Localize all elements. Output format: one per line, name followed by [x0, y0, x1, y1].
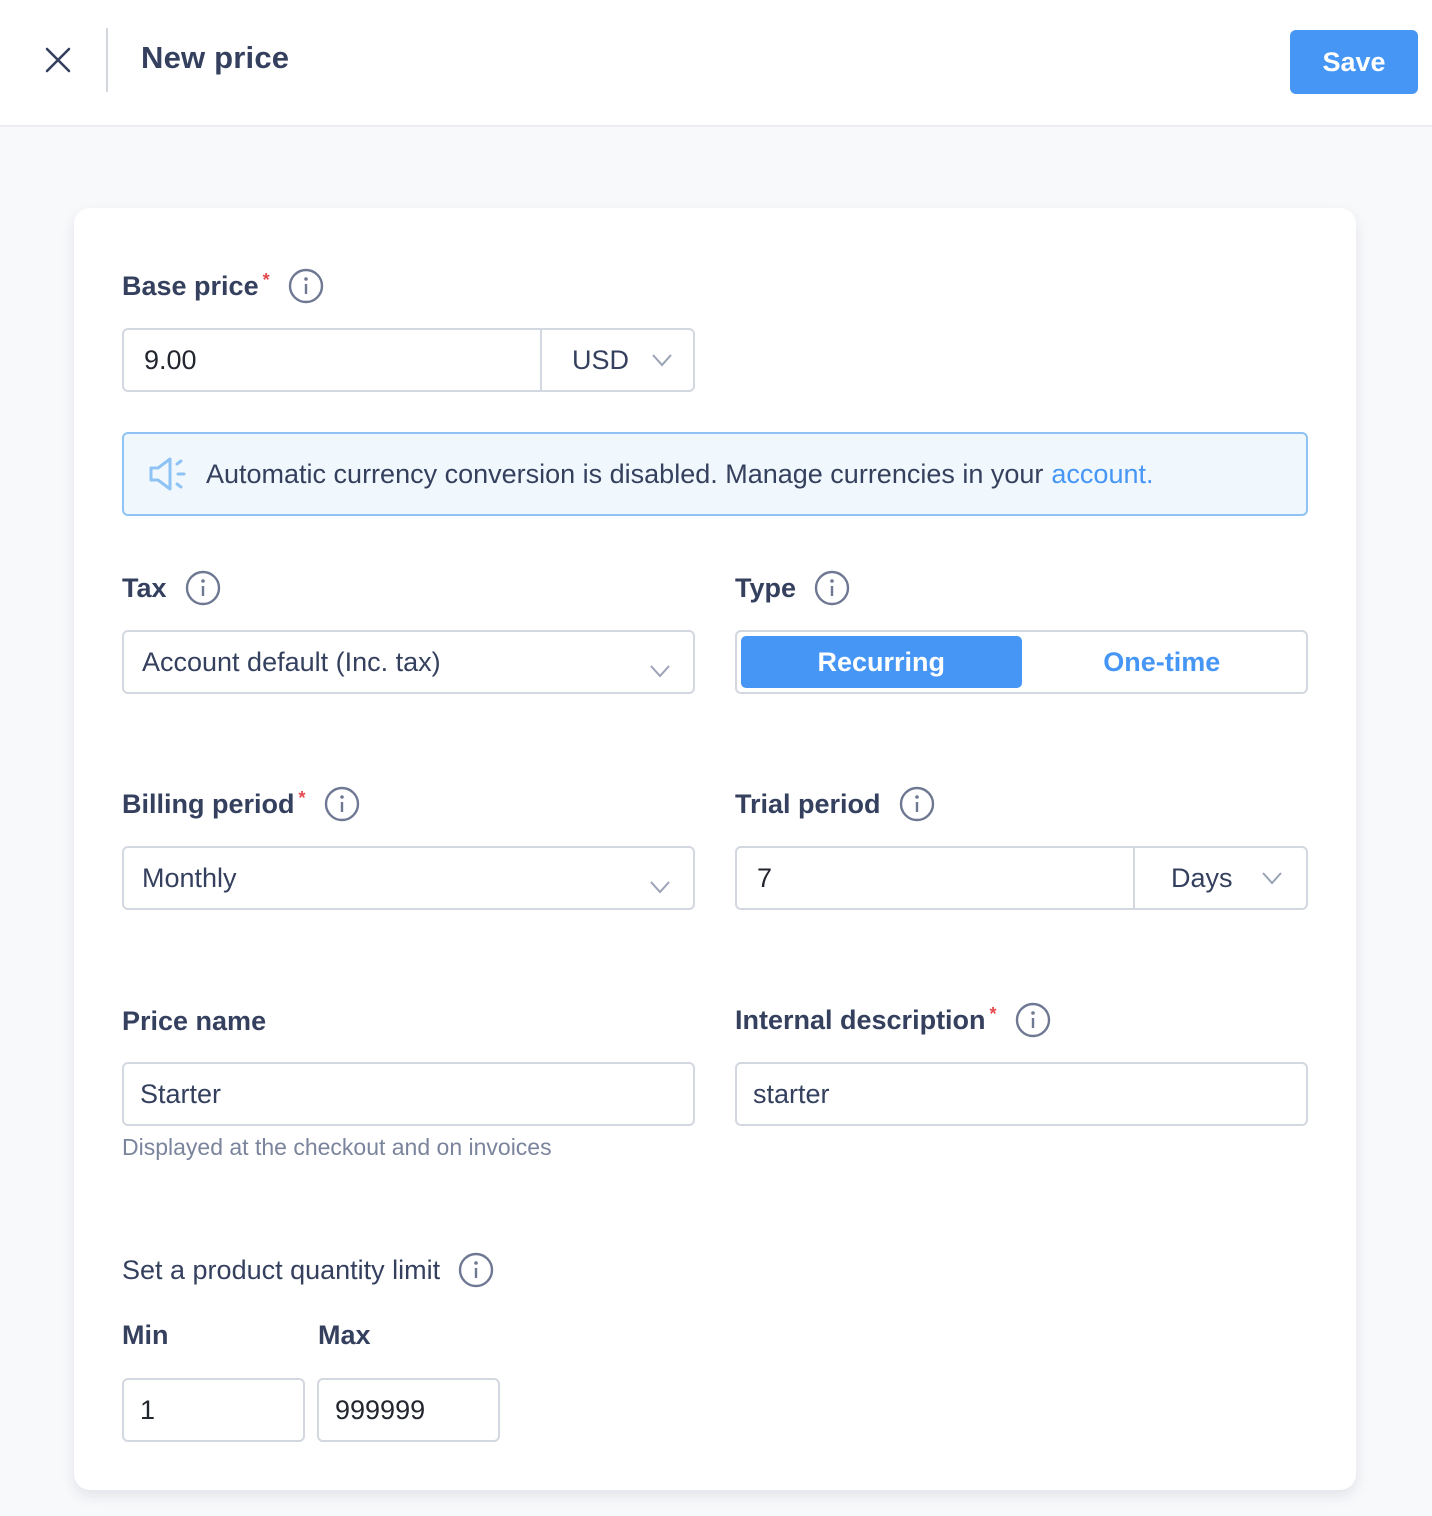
- chevron-down-icon: [651, 353, 673, 367]
- price-form-card: Base price * 9.00 USD Automatic currency…: [74, 208, 1356, 1490]
- header-bar: New price Save: [0, 0, 1432, 127]
- price-name-label-text: Price name: [122, 1006, 267, 1036]
- info-icon[interactable]: [185, 570, 221, 606]
- price-name-value: Starter: [140, 1078, 222, 1109]
- internal-description-label-text: Internal description: [735, 1004, 986, 1035]
- info-icon[interactable]: [899, 786, 935, 822]
- quantity-limit-title-text: Set a product quantity limit: [122, 1254, 441, 1285]
- internal-description-input[interactable]: starter: [735, 1062, 1308, 1126]
- base-price-input-group: 9.00 USD: [122, 328, 695, 392]
- trial-period-label-text: Trial period: [735, 788, 881, 819]
- required-asterisk: *: [262, 270, 270, 290]
- trial-period-input-group: 7 Days: [735, 846, 1308, 910]
- required-asterisk: *: [298, 788, 306, 808]
- currency-conversion-banner: Automatic currency conversion is disable…: [122, 432, 1308, 516]
- billing-period-value: Monthly: [142, 862, 237, 893]
- close-button[interactable]: [38, 40, 78, 80]
- min-quantity-input[interactable]: 1: [122, 1378, 305, 1442]
- currency-select[interactable]: USD: [540, 330, 693, 390]
- info-icon[interactable]: [1015, 1002, 1051, 1038]
- type-label: Type: [735, 570, 850, 606]
- type-label-text: Type: [735, 572, 797, 603]
- trial-period-label: Trial period: [735, 786, 935, 822]
- info-icon[interactable]: [814, 570, 850, 606]
- chevron-down-icon: [1261, 871, 1283, 885]
- chevron-down-icon: [649, 870, 671, 894]
- tax-select[interactable]: Account default (Inc. tax): [122, 630, 695, 694]
- tax-label: Tax: [122, 570, 221, 606]
- account-link[interactable]: account.: [1051, 459, 1153, 490]
- chevron-down-icon: [649, 654, 671, 678]
- base-price-label: Base price *: [122, 268, 324, 304]
- page-title: New price: [141, 40, 290, 75]
- type-option-recurring[interactable]: Recurring: [741, 636, 1022, 688]
- base-price-input[interactable]: 9.00: [124, 345, 540, 376]
- billing-period-label: Billing period *: [122, 786, 360, 822]
- tax-label-text: Tax: [122, 572, 167, 603]
- max-label: Max: [318, 1320, 371, 1350]
- internal-description-label: Internal description *: [735, 1002, 1051, 1038]
- header-divider: [106, 28, 108, 92]
- tax-select-value: Account default (Inc. tax): [142, 646, 441, 677]
- billing-period-label-text: Billing period: [122, 788, 295, 819]
- trial-unit-value: Days: [1171, 862, 1233, 893]
- min-label: Min: [122, 1320, 169, 1350]
- trial-unit-select[interactable]: Days: [1133, 848, 1306, 908]
- required-asterisk: *: [989, 1004, 997, 1024]
- close-icon: [45, 47, 71, 73]
- price-name-input[interactable]: Starter: [122, 1062, 695, 1126]
- price-name-label: Price name: [122, 1006, 266, 1037]
- info-icon[interactable]: [324, 786, 360, 822]
- banner-text: Automatic currency conversion is disable…: [206, 458, 1044, 489]
- type-option-one-time[interactable]: One-time: [1022, 636, 1303, 688]
- min-quantity-value: 1: [140, 1394, 156, 1425]
- megaphone-icon: [148, 456, 188, 492]
- internal-description-value: starter: [753, 1078, 830, 1109]
- max-quantity-input[interactable]: 999999: [317, 1378, 500, 1442]
- currency-value: USD: [572, 344, 630, 375]
- price-type-toggle: Recurring One-time: [735, 630, 1308, 694]
- info-icon[interactable]: [288, 268, 324, 304]
- billing-period-select[interactable]: Monthly: [122, 846, 695, 910]
- save-button[interactable]: Save: [1290, 30, 1418, 94]
- info-icon[interactable]: [458, 1252, 494, 1288]
- base-price-label-text: Base price: [122, 270, 259, 301]
- trial-period-input[interactable]: 7: [737, 863, 1133, 894]
- max-quantity-value: 999999: [335, 1394, 426, 1425]
- quantity-limit-title: Set a product quantity limit: [122, 1252, 494, 1288]
- price-name-hint: Displayed at the checkout and on invoice…: [122, 1134, 552, 1160]
